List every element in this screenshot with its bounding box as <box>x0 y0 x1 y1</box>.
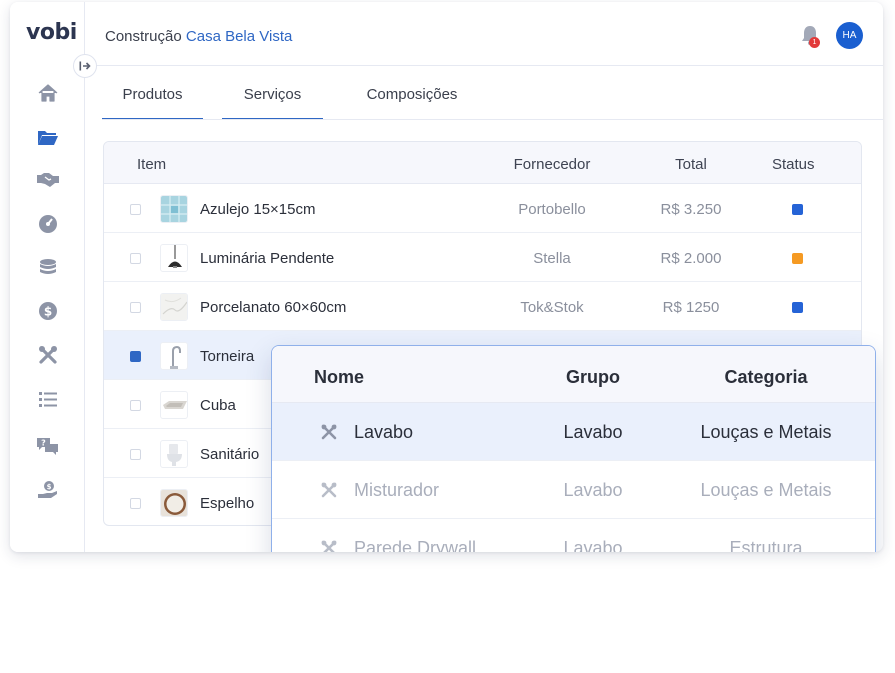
popup-row[interactable]: Parede Drywall Lavabo Estrutura <box>272 519 875 552</box>
product-thumbnail <box>160 391 188 419</box>
item-name: Sanitário <box>200 446 260 463</box>
breadcrumb: Construção Casa Bela Vista <box>105 28 292 45</box>
breadcrumb-prefix: Construção <box>105 28 182 45</box>
product-thumbnail <box>160 293 188 321</box>
popup-header: Nome Grupo Categoria <box>272 346 875 403</box>
composition-popup: Nome Grupo Categoria Lavabo Lavabo Louças … <box>271 345 876 552</box>
avatar[interactable]: HA <box>836 22 863 49</box>
supplier-name: Portobello <box>518 201 586 218</box>
item-name: Azulejo 15×15cm <box>200 201 316 218</box>
header-total: Total <box>675 156 707 173</box>
popup-header-categoria: Categoria <box>724 367 808 387</box>
dollar-icon[interactable]: $ <box>36 299 60 323</box>
tools-icon[interactable] <box>36 343 60 367</box>
home-icon[interactable] <box>36 81 60 105</box>
row-checkbox[interactable] <box>130 400 141 411</box>
vobi-logo: vobi <box>26 20 77 45</box>
item-total: R$ 3.250 <box>660 201 722 218</box>
item-name: Cuba <box>200 397 236 414</box>
popup-row[interactable]: Lavabo Lavabo Louças e Metais <box>272 403 875 461</box>
popup-header-nome: Nome <box>314 367 365 387</box>
product-thumbnail <box>160 489 188 517</box>
composition-category: Estrutura <box>729 538 803 552</box>
hand-money-icon[interactable]: $ <box>36 478 60 502</box>
coins-icon[interactable] <box>36 256 60 280</box>
header-item: Item <box>137 156 167 173</box>
composition-name: Misturador <box>354 480 440 500</box>
status-indicator <box>792 253 803 264</box>
header-fornecedor: Fornecedor <box>513 156 591 173</box>
popup-row[interactable]: Misturador Lavabo Louças e Metais <box>272 461 875 519</box>
folder-icon[interactable] <box>36 125 60 149</box>
status-indicator <box>792 204 803 215</box>
svg-text:$: $ <box>47 483 52 491</box>
composition-group: Lavabo <box>563 480 623 500</box>
row-checkbox[interactable] <box>130 351 141 362</box>
header-status: Status <box>772 156 815 173</box>
handshake-icon[interactable] <box>36 168 60 192</box>
notification-badge: 1 <box>809 37 820 48</box>
product-thumbnail <box>160 440 188 468</box>
item-total: R$ 1250 <box>662 299 720 316</box>
chat-help-icon[interactable]: ? <box>36 434 60 458</box>
popup-header-grupo: Grupo <box>566 367 620 387</box>
tab-composicoes[interactable]: Composições <box>342 68 482 120</box>
status-indicator <box>792 302 803 313</box>
svg-text:$: $ <box>44 305 52 319</box>
tab-servicos[interactable]: Serviços <box>222 68 323 120</box>
item-name: Espelho <box>200 495 255 512</box>
svg-text:?: ? <box>41 439 46 448</box>
composition-category: Louças e Metais <box>700 422 832 442</box>
composition-category: Louças e Metais <box>700 480 832 500</box>
supplier-name: Tok&Stok <box>520 299 584 316</box>
composition-group: Lavabo <box>563 538 623 552</box>
item-total: R$ 2.000 <box>660 250 722 267</box>
row-checkbox[interactable] <box>130 204 141 215</box>
composition-name: Lavabo <box>354 422 414 442</box>
product-thumbnail <box>160 244 188 272</box>
product-thumbnail <box>160 195 188 223</box>
composition-group: Lavabo <box>563 422 623 442</box>
header: Construção Casa Bela Vista 1 HA <box>86 2 883 66</box>
sidebar: vobi $ ? $ <box>10 2 85 552</box>
product-thumbnail <box>160 342 188 370</box>
composition-name: Parede Drywall <box>354 538 477 552</box>
row-checkbox[interactable] <box>130 498 141 509</box>
item-name: Torneira <box>200 348 255 365</box>
table-row[interactable]: Azulejo 15×15cm Portobello R$ 3.250 <box>104 184 861 233</box>
table-header: Item Fornecedor Total Status <box>104 142 861 184</box>
tab-produtos[interactable]: Produtos <box>102 68 203 120</box>
tabs-divider <box>102 119 883 120</box>
project-link[interactable]: Casa Bela Vista <box>186 28 292 45</box>
arrow-right-bar-icon <box>79 61 91 71</box>
item-name: Luminária Pendente <box>200 250 335 267</box>
tools-icon <box>321 540 337 552</box>
table-row[interactable]: Porcelanato 60×60cm Tok&Stok R$ 1250 <box>104 282 861 331</box>
app-window: vobi $ ? $ Construção Casa Bela Vista 1 … <box>10 2 883 552</box>
item-name: Porcelanato 60×60cm <box>200 299 347 316</box>
tools-icon <box>321 424 337 440</box>
row-checkbox[interactable] <box>130 449 141 460</box>
row-checkbox[interactable] <box>130 302 141 313</box>
collapse-sidebar-button[interactable] <box>73 54 97 78</box>
supplier-name: Stella <box>533 250 571 267</box>
tools-icon <box>321 482 337 498</box>
row-checkbox[interactable] <box>130 253 141 264</box>
table-row[interactable]: Luminária Pendente Stella R$ 2.000 <box>104 233 861 282</box>
gauge-icon[interactable] <box>36 212 60 236</box>
list-icon[interactable] <box>36 387 60 411</box>
